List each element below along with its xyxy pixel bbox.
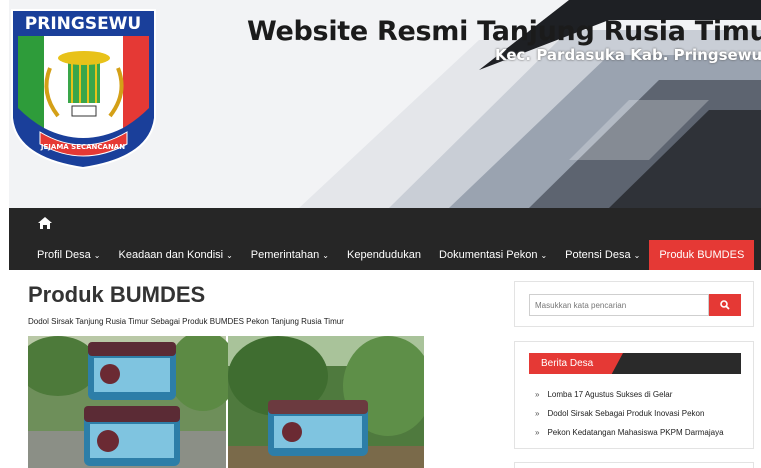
chevron-down-icon: ⌄ — [540, 250, 548, 260]
search-button[interactable] — [709, 294, 741, 316]
nav-item-label: Dokumentasi Pekon — [439, 249, 538, 261]
main-navbar: Profil Desa ⌄ Keadaan dan Kondisi ⌄ Peme… — [9, 208, 761, 270]
nav-item-label: Kependudukan — [347, 249, 422, 261]
page-title: Produk BUMDES — [28, 282, 206, 307]
nav-item-kependudukan[interactable]: Kependudukan — [338, 240, 430, 270]
nav-menu: Profil Desa ⌄ Keadaan dan Kondisi ⌄ Peme… — [9, 240, 755, 270]
post-caption: Dodol Sirsak Tanjung Rusia Timur Sebagai… — [28, 317, 344, 326]
widget-heading: Berita Desa — [529, 353, 623, 374]
chevron-down-icon: ⌄ — [633, 250, 641, 260]
list-item[interactable]: » Pekon Kedatangan Mahasiswa PKPM Darmaj… — [535, 428, 724, 447]
nav-item-produk-bumdes[interactable]: Produk BUMDES — [649, 240, 755, 270]
nav-item-label: Produk BUMDES — [659, 249, 745, 261]
bullet-icon: » — [535, 390, 540, 399]
product-photo — [28, 336, 424, 468]
svg-text:JEJAMA SECANCANAN: JEJAMA SECANCANAN — [40, 143, 125, 151]
home-icon[interactable] — [37, 216, 53, 230]
site-title: Website Resmi Tanjung Rusia Timur — [247, 16, 761, 47]
bullet-icon: » — [535, 409, 540, 418]
widget-heading-bar: Berita Desa — [529, 353, 741, 374]
berita-list: » Lomba 17 Agustus Sukses di Gelar » Dod… — [535, 390, 724, 447]
nav-item-label: Pemerintahan — [250, 249, 320, 261]
chevron-down-icon: ⌄ — [226, 250, 233, 260]
berita-link[interactable]: Pekon Kedatangan Mahasiswa PKPM Darmajay… — [547, 428, 723, 437]
nav-item-label: Profil Desa — [37, 249, 91, 261]
pringsewu-logo: PRINGSEWU JEJAMA SECANCANAN — [11, 9, 156, 170]
search-icon — [720, 300, 730, 310]
chevron-down-icon: ⌄ — [322, 250, 329, 260]
list-item[interactable]: » Dodol Sirsak Sebagai Produk Inovasi Pe… — [535, 409, 724, 428]
nav-item-profil-desa[interactable]: Profil Desa ⌄ — [9, 240, 110, 270]
berita-link[interactable]: Dodol Sirsak Sebagai Produk Inovasi Peko… — [547, 409, 704, 418]
berita-desa-widget: Berita Desa » Lomba 17 Agustus Sukses di… — [514, 341, 754, 449]
list-item[interactable]: » Lomba 17 Agustus Sukses di Gelar — [535, 390, 724, 409]
nav-item-label: Potensi Desa — [565, 249, 631, 261]
search-input[interactable] — [529, 294, 709, 316]
next-widget — [514, 462, 754, 468]
bullet-icon: » — [535, 428, 540, 437]
berita-link[interactable]: Lomba 17 Agustus Sukses di Gelar — [547, 390, 672, 399]
nav-item-pemerintahan[interactable]: Pemerintahan ⌄ — [242, 240, 338, 270]
search-widget — [514, 281, 754, 327]
header-banner: PRINGSEWU JEJAMA SECANCANAN Website Resm… — [9, 0, 761, 208]
nav-item-potensi-desa[interactable]: Potensi Desa ⌄ — [556, 240, 649, 270]
site-subtitle: Kec. Pardasuka Kab. Pringsewu — [495, 46, 761, 64]
nav-item-dokumentasi-pekon[interactable]: Dokumentasi Pekon ⌄ — [430, 240, 556, 270]
chevron-down-icon: ⌄ — [93, 250, 101, 260]
svg-text:PRINGSEWU: PRINGSEWU — [25, 14, 141, 34]
nav-item-keadaan-kondisi[interactable]: Keadaan dan Kondisi ⌄ — [110, 240, 242, 270]
nav-item-label: Keadaan dan Kondisi — [118, 249, 224, 261]
